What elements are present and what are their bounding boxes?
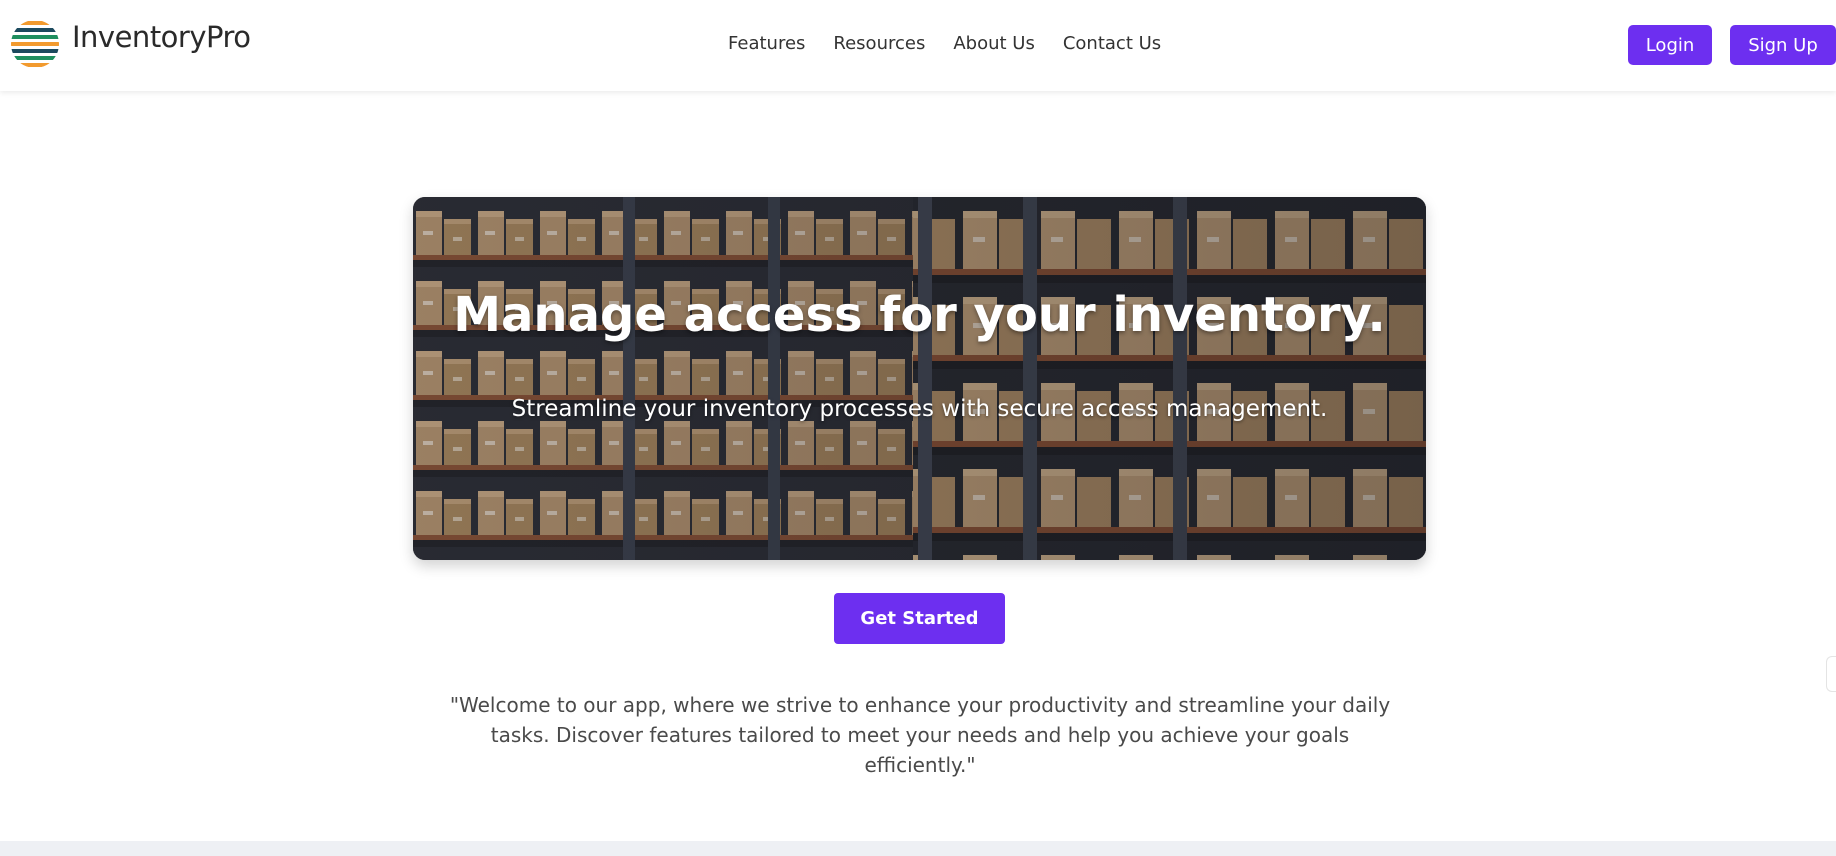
nav-features[interactable]: Features	[728, 33, 805, 54]
brand-name: InventoryPro	[72, 20, 251, 54]
hero-banner: Manage access for your inventory. Stream…	[413, 197, 1426, 560]
site-header: InventoryPro Features Resources About Us…	[0, 0, 1836, 91]
footer-band	[0, 841, 1836, 856]
striped-globe-icon	[11, 21, 59, 67]
get-started-button[interactable]: Get Started	[834, 593, 1005, 644]
welcome-text: "Welcome to our app, where we strive to …	[449, 693, 1391, 777]
nav-resources[interactable]: Resources	[833, 33, 925, 54]
hero-subtitle: Streamline your inventory processes with…	[511, 396, 1328, 422]
side-feedback-tab[interactable]	[1826, 656, 1836, 692]
warehouse-shelves-image	[413, 197, 1426, 560]
hero-title: Manage access for your inventory.	[453, 287, 1386, 343]
login-button[interactable]: Login	[1628, 25, 1712, 65]
brand-logo[interactable]: InventoryPro	[10, 18, 251, 70]
nav-about-us[interactable]: About Us	[953, 33, 1035, 54]
signup-button[interactable]: Sign Up	[1730, 25, 1836, 65]
nav-contact-us[interactable]: Contact Us	[1063, 33, 1161, 54]
main-nav: Features Resources About Us Contact Us	[728, 33, 1161, 54]
